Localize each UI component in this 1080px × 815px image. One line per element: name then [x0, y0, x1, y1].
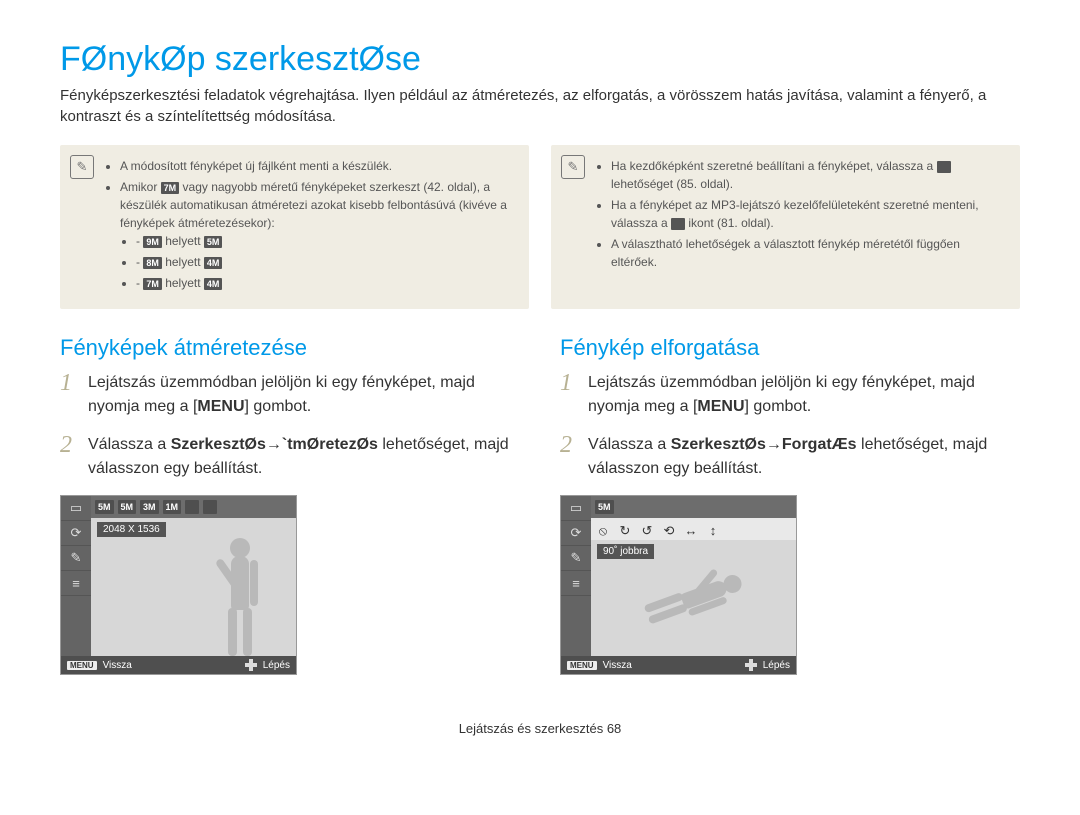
- step-number-1: 1: [560, 371, 578, 419]
- enter-label: Lépés: [263, 660, 290, 671]
- note-right-item-2: Ha a fényképet az MP3-lejátszó kezelőfel…: [611, 196, 1006, 232]
- rotate-180-icon: ⟲: [661, 523, 677, 537]
- rotate-right-icon: ↻: [617, 523, 633, 537]
- rotate-caption: 90˚ jobbra: [597, 544, 654, 559]
- dpad-icon: [745, 659, 757, 671]
- flip-h-icon: ↔: [683, 523, 699, 537]
- resize-option: 3M: [140, 500, 159, 514]
- side-adjust-icon: ≡: [61, 571, 91, 596]
- subhead-rotate: Fénykép elforgatása: [560, 335, 1020, 361]
- subhead-resize: Fényképek átméretezése: [60, 335, 520, 361]
- resize-option: 5M: [118, 500, 137, 514]
- page-footer: Lejátszás és szerkesztés 68: [60, 721, 1020, 736]
- note-sub-1: 9M helyett 5M: [136, 232, 515, 250]
- side-rotate-icon: ⟳: [61, 521, 91, 546]
- side-adjust-icon: ≡: [561, 571, 591, 596]
- note-icon: ✎: [561, 155, 585, 179]
- step-2-text: Válassza a SzerkesztØs → `tmØretezØs leh…: [88, 433, 520, 481]
- col-rotate: Fénykép elforgatása 1 Lejátszás üzemmódb…: [560, 335, 1020, 675]
- screenshot-resize: ▭ ⟳ ✎ ≡ 5M 5M 3M 1M: [60, 495, 297, 675]
- side-rotate-icon: ⟳: [561, 521, 591, 546]
- note-box-right: ✎ Ha kezdőképként szeretné beállítani a …: [551, 145, 1020, 309]
- step-1-text: Lejátszás üzemmódban jelöljön ki egy fén…: [88, 371, 520, 419]
- note-right-item-3: A választható lehetőségek a választott f…: [611, 235, 1006, 271]
- note-icon: ✎: [70, 155, 94, 179]
- menu-chip: MENU: [67, 661, 97, 670]
- page-title: FØnykØp szerkesztØse: [60, 40, 1020, 79]
- note-left-item-1: A módosított fényképet új fájlként menti…: [120, 157, 515, 175]
- note-right-item-1: Ha kezdőképként szeretné beállítani a fé…: [611, 157, 1006, 193]
- step-2-text: Válassza a SzerkesztØs → ForgatÆs lehető…: [588, 433, 1020, 481]
- step-number-2: 2: [560, 433, 578, 481]
- size-chip-icon: 7M: [161, 182, 180, 194]
- note-box-left: ✎ A módosított fényképet új fájlként men…: [60, 145, 529, 309]
- resize-option: 1M: [163, 500, 182, 514]
- note-sub-2: 8M helyett 4M: [136, 253, 515, 271]
- enter-label: Lépés: [763, 660, 790, 671]
- side-resize-icon: ▭: [561, 496, 591, 521]
- rotate-left-icon: ↺: [639, 523, 655, 537]
- col-resize: Fényképek átméretezése 1 Lejátszás üzemm…: [60, 335, 520, 675]
- side-resize-icon: ▭: [61, 496, 91, 521]
- note-left-item-2: Amikor 7M vagy nagyobb méretű fényképeke…: [120, 178, 515, 292]
- rotate-off-icon: ⦸: [595, 523, 611, 537]
- dpad-icon: [245, 659, 257, 671]
- resize-option: 5M: [95, 500, 114, 514]
- screenshot-rotate: ▭ ⟳ ✎ ≡ 5M ⦸ ↻ ↺ ⟲ ↔ ↕: [560, 495, 797, 675]
- menu-button-label: MENU: [197, 398, 244, 415]
- step-1-text: Lejátszás üzemmódban jelöljön ki egy fén…: [588, 371, 1020, 419]
- mp3skin-option-icon: [203, 500, 217, 514]
- size-chip: 5M: [595, 500, 614, 514]
- side-edit-icon: ✎: [61, 546, 91, 571]
- side-edit-icon: ✎: [561, 546, 591, 571]
- intro-text: Fényképszerkesztési feladatok végrehajtá…: [60, 85, 1020, 127]
- notes-row: ✎ A módosított fényképet új fájlként men…: [60, 145, 1020, 309]
- step-number-1: 1: [60, 371, 78, 419]
- mp3skin-icon: [671, 218, 685, 230]
- back-label: Vissza: [603, 660, 632, 671]
- menu-chip: MENU: [567, 661, 597, 670]
- flip-v-icon: ↕: [705, 523, 721, 537]
- startimage-option-icon: [185, 500, 199, 514]
- note-sub-3: 7M helyett 4M: [136, 274, 515, 292]
- back-label: Vissza: [103, 660, 132, 671]
- silhouette-icon: [216, 538, 264, 656]
- startimage-icon: [937, 161, 951, 173]
- menu-button-label: MENU: [697, 398, 744, 415]
- silhouette-icon: [640, 562, 748, 634]
- step-number-2: 2: [60, 433, 78, 481]
- resolution-caption: 2048 X 1536: [97, 522, 166, 537]
